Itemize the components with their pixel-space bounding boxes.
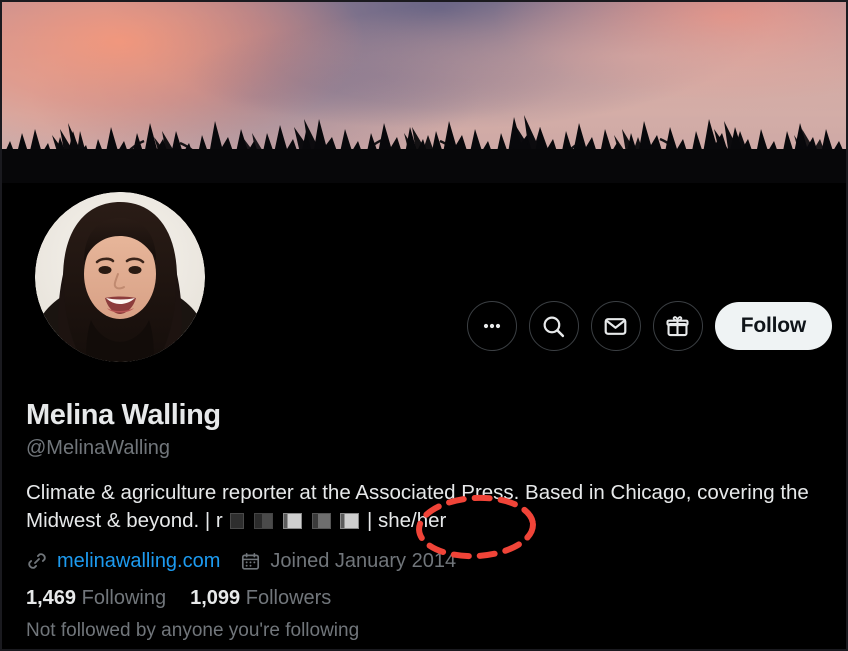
joined-date-group: Joined January 2014	[240, 549, 456, 573]
missing-glyph-box	[340, 513, 360, 529]
envelope-icon	[604, 317, 627, 335]
profile-info: Melina Walling @MelinaWalling Climate & …	[26, 398, 838, 642]
display-name: Melina Walling	[26, 399, 221, 431]
profile-banner[interactable]	[2, 2, 846, 183]
twitter-profile-page: Follow Melina Walling @MelinaWalling Cli…	[0, 0, 848, 651]
follow-button[interactable]: Follow	[714, 302, 832, 350]
link-chain-icon	[28, 553, 46, 569]
following-label: Following	[81, 587, 167, 609]
following-stat[interactable]: 1,469 Following	[26, 586, 166, 610]
message-button[interactable]	[590, 301, 641, 351]
avatar-portrait-illustration	[35, 192, 205, 362]
more-button[interactable]	[466, 301, 517, 351]
missing-glyph-box	[254, 513, 274, 529]
profile-stats: 1,469 Following 1,099 Followers	[26, 586, 838, 610]
followers-count: 1,099	[190, 587, 241, 609]
website-link[interactable]: melinawalling.com	[57, 549, 220, 573]
calendar-icon	[242, 552, 260, 570]
bio-line-1: Climate & agriculture reporter at the As…	[26, 481, 775, 504]
followers-stat[interactable]: 1,099 Followers	[190, 586, 331, 610]
followers-label: Followers	[245, 587, 332, 609]
corn-field-base	[2, 149, 846, 183]
user-handle: @MelinaWalling	[26, 437, 171, 459]
missing-glyph-box	[311, 513, 331, 529]
joined-date: Joined January 2014	[270, 550, 457, 572]
bio-pronouns: | she/her	[366, 509, 447, 532]
missing-glyph-box	[282, 513, 302, 529]
profile-actions: Follow	[466, 301, 832, 351]
followed-by-text: Not followed by anyone you're following	[26, 620, 360, 641]
avatar-photo	[35, 192, 205, 362]
avatar[interactable]	[30, 187, 210, 367]
missing-glyph-box	[230, 513, 245, 529]
more-horizontal-icon	[483, 323, 500, 329]
gift-button[interactable]	[652, 301, 703, 351]
search-icon	[543, 316, 565, 337]
profile-meta: melinawalling.com Joined January 2014	[26, 549, 838, 573]
gift-icon	[666, 315, 689, 336]
following-count: 1,469	[26, 587, 77, 609]
search-button[interactable]	[528, 301, 579, 351]
profile-bio: Climate & agriculture reporter at the As…	[26, 479, 826, 535]
